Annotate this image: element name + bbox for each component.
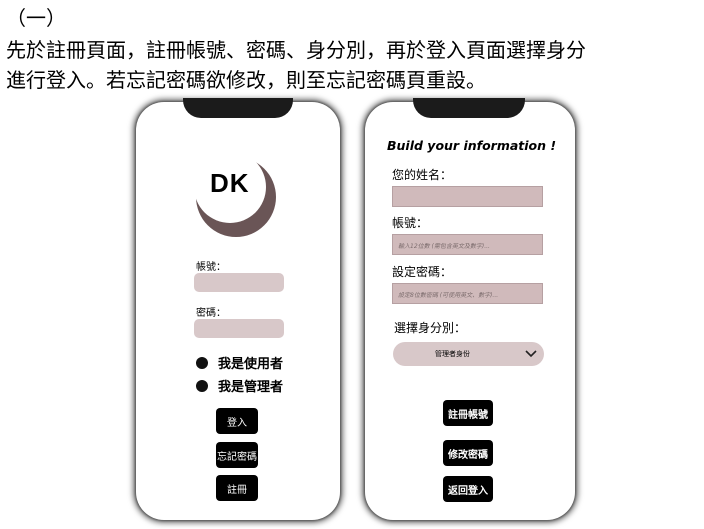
phone-notch — [183, 98, 293, 118]
password-label: 設定密碼： — [392, 265, 453, 279]
password-input[interactable]: 設定8位數密碼 (可使用英文、數字)... — [392, 283, 543, 304]
forgot-password-button[interactable]: 忘記密碼 — [216, 442, 258, 468]
password-label: 密碼： — [196, 308, 226, 319]
description-line-2: 進行登入。若忘記密碼欲修改，則至忘記密碼頁重設。 — [6, 68, 486, 92]
role-admin-label: 我是管理者 — [218, 380, 284, 395]
radio-dot-icon — [196, 379, 208, 392]
register-title: Build your information ! — [387, 138, 557, 153]
back-to-login-button[interactable]: 返回登入 — [443, 476, 493, 502]
account-placeholder: 輸入12位數 (需包含英文及數字)... — [398, 243, 490, 250]
name-label: 您的姓名： — [392, 168, 453, 182]
radio-dot-icon — [196, 356, 208, 369]
phone-notch — [413, 98, 525, 118]
register-account-button[interactable]: 註冊帳號 — [443, 400, 493, 426]
name-input[interactable] — [392, 186, 543, 207]
chevron-down-icon — [525, 350, 537, 358]
register-screen: Build your information ! 您的姓名： 帳號： 輸入12位… — [365, 98, 575, 520]
section-heading: （一） — [6, 6, 66, 30]
role-user-label: 我是使用者 — [218, 357, 284, 372]
account-label: 帳號： — [196, 262, 226, 273]
change-password-button[interactable]: 修改密碼 — [443, 440, 493, 466]
description-line-1: 先於註冊頁面，註冊帳號、密碼、身分別，再於登入頁面選擇身分 — [6, 38, 586, 62]
role-label: 選擇身分別： — [394, 321, 467, 335]
account-input[interactable] — [194, 273, 284, 292]
role-selected-value: 管理者身份 — [435, 350, 470, 358]
role-option-admin[interactable]: 我是管理者 — [196, 376, 283, 395]
account-label: 帳號： — [392, 216, 429, 230]
login-screen: DK 帳號： 密碼： 我是使用者 我是管理者 登入 忘記密碼 註冊 — [136, 98, 340, 520]
login-button[interactable]: 登入 — [216, 408, 258, 434]
role-option-user[interactable]: 我是使用者 — [196, 353, 283, 372]
password-placeholder: 設定8位數密碼 (可使用英文、數字)... — [398, 292, 499, 299]
dk-logo: DK — [192, 146, 278, 242]
role-select[interactable]: 管理者身份 — [393, 342, 544, 366]
password-input[interactable] — [194, 319, 284, 338]
register-button[interactable]: 註冊 — [216, 475, 258, 501]
account-input[interactable]: 輸入12位數 (需包含英文及數字)... — [392, 234, 543, 255]
logo-text: DK — [210, 168, 250, 198]
